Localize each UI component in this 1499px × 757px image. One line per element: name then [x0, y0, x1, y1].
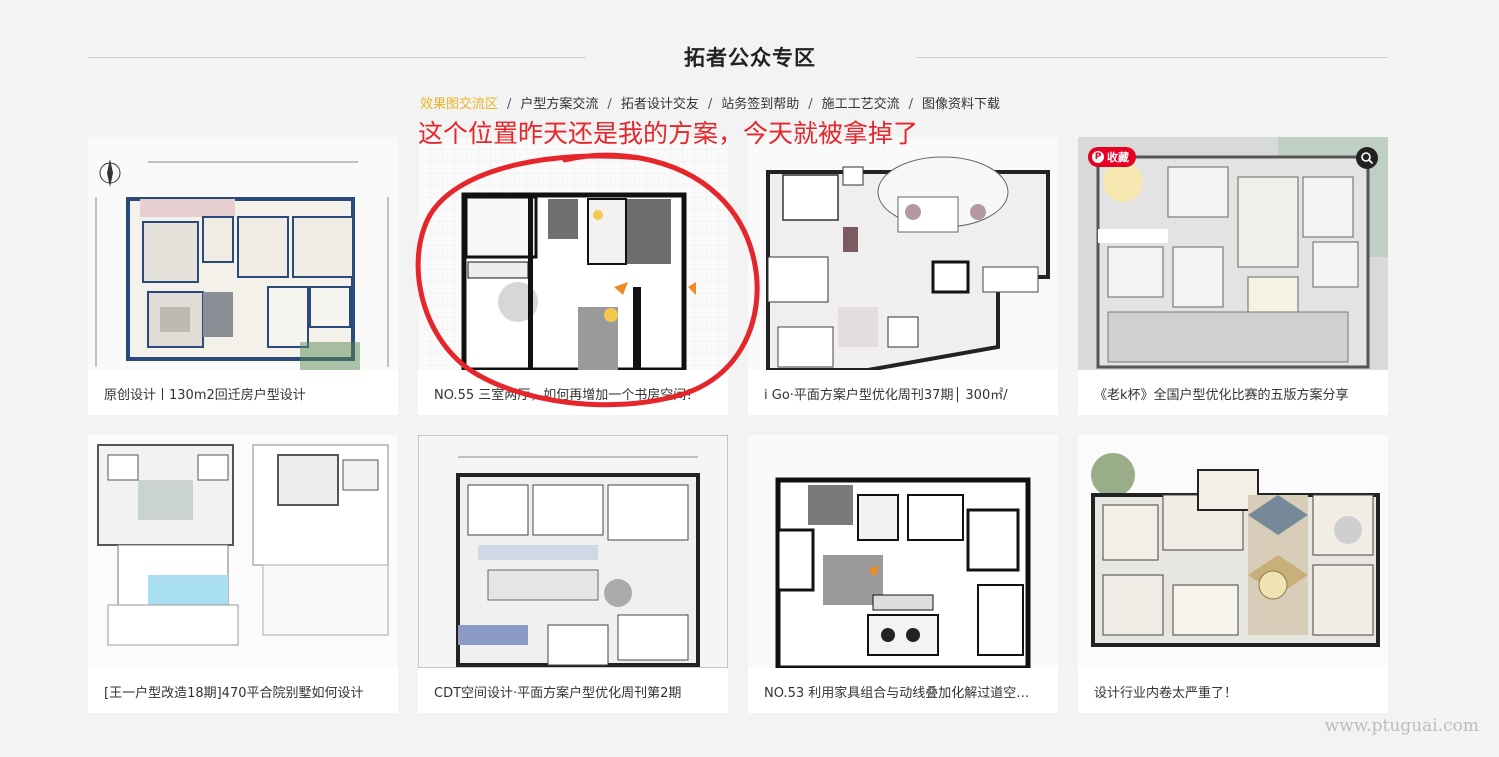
header-divider-left	[88, 57, 586, 58]
tab-separator: /	[808, 97, 813, 112]
tab-renderings[interactable]: 效果图交流区	[420, 93, 498, 112]
floor-plan-image	[88, 435, 398, 668]
tab-image-downloads[interactable]: 图像资料下载	[922, 93, 1000, 112]
tab-separator: /	[607, 97, 612, 112]
post-title[interactable]: i Go·平面方案户型优化周刊37期│ 300㎡/	[764, 384, 1042, 403]
post-title[interactable]: 《老k杯》全国户型优化比赛的五版方案分享	[1094, 384, 1372, 403]
tab-design-friends[interactable]: 拓者设计交友	[621, 93, 699, 112]
post-card[interactable]: 设计行业内卷太严重了！	[1078, 435, 1388, 713]
post-card[interactable]: NO.55 三室两厅，如何再增加一个书房空间？	[418, 137, 728, 415]
floor-plan-image	[748, 435, 1058, 668]
post-card[interactable]: i Go·平面方案户型优化周刊37期│ 300㎡/	[748, 137, 1058, 415]
floor-plan-image	[418, 137, 728, 370]
visual-search-icon[interactable]	[1356, 147, 1378, 169]
site-watermark: www.ptuguai.com	[1324, 716, 1479, 736]
tab-construction[interactable]: 施工工艺交流	[822, 93, 900, 112]
floor-plan-image	[1078, 137, 1388, 370]
post-title[interactable]: 设计行业内卷太严重了！	[1094, 682, 1372, 701]
pinterest-icon: P	[1092, 151, 1104, 163]
post-card[interactable]: [王一户型改造18期]470平合院别墅如何设计	[88, 435, 398, 713]
header-divider-right	[916, 57, 1388, 58]
save-pin-label: 收藏	[1107, 151, 1129, 164]
section-title: 拓者公众专区	[684, 46, 816, 70]
tab-floor-plans[interactable]: 户型方案交流	[520, 93, 598, 112]
category-tabs: 效果图交流区 / 户型方案交流 / 拓者设计交友 / 站务签到帮助 / 施工工艺交流 / 图像资料下…	[420, 93, 1000, 112]
post-card[interactable]: CDT空间设计·平面方案户型优化周刊第2期	[418, 435, 728, 713]
post-title[interactable]: [王一户型改造18期]470平合院别墅如何设计	[104, 682, 382, 701]
tab-separator: /	[908, 97, 914, 112]
red-annotation-text: 这个位置昨天还是我的方案，今天就被拿掉了	[418, 119, 919, 148]
post-card[interactable]: NO.53 利用家具组合与动线叠加化解过道空间浪费	[748, 435, 1058, 713]
floor-plan-image	[748, 137, 1058, 370]
save-pin-button[interactable]: P 收藏	[1088, 147, 1136, 167]
post-title[interactable]: 原创设计丨130m2回迁房户型设计	[104, 384, 382, 403]
floor-plan-image	[1078, 435, 1388, 668]
post-title[interactable]: NO.53 利用家具组合与动线叠加化解过道空间浪费	[764, 682, 1042, 701]
post-card[interactable]: P 收藏 《老k杯》全国户型优化比赛的五版方案分享	[1078, 137, 1388, 415]
post-title[interactable]: NO.55 三室两厅，如何再增加一个书房空间？	[434, 384, 712, 403]
tab-separator: /	[507, 97, 512, 112]
post-card[interactable]: 原创设计丨130m2回迁房户型设计	[88, 137, 398, 415]
post-title[interactable]: CDT空间设计·平面方案户型优化周刊第2期	[434, 682, 712, 701]
tab-separator: /	[707, 97, 713, 112]
tab-checkin-help[interactable]: 站务签到帮助	[721, 93, 799, 112]
floor-plan-image	[88, 137, 398, 370]
floor-plan-image	[418, 435, 728, 668]
